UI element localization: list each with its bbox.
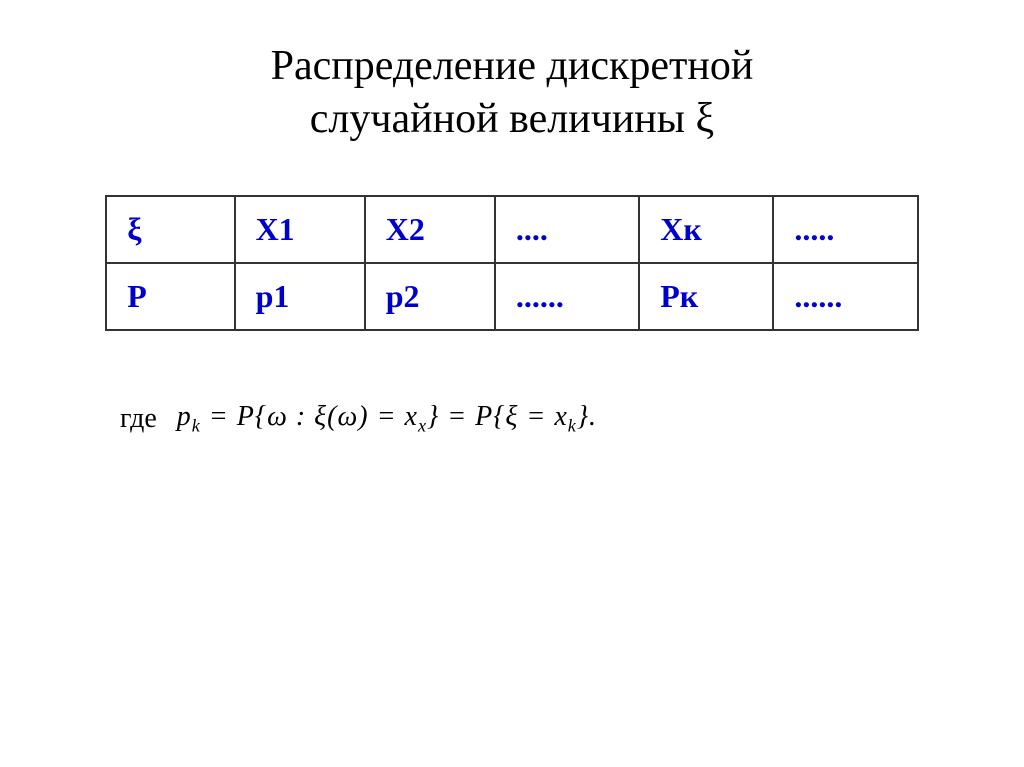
table-cell-p2: p2 (365, 263, 495, 330)
formula-expression: pk = P{ω : ξ(ω) = xx} = P{ξ = xk}. (177, 401, 597, 437)
formula-label: где (120, 403, 157, 435)
table-cell-p: P (106, 263, 234, 330)
table-cell-x1: X1 (235, 196, 365, 263)
table-cell-dots1: .... (495, 196, 639, 263)
distribution-table: ξ X1 X2 .... Xк ..... P p1 p2 ...... Pк … (105, 195, 919, 331)
table-cell-pdots2: ...... (773, 263, 917, 330)
table-cell-x2: X2 (365, 196, 495, 263)
table-row: ξ X1 X2 .... Xк ..... (106, 196, 918, 263)
table-cell-xk: Xк (639, 196, 773, 263)
title-line1: Распределение дискретной (271, 40, 754, 93)
title-line2: случайной величины ξ (271, 93, 754, 146)
table-cell-xi: ξ (106, 196, 234, 263)
table-cell-p1: p1 (235, 263, 365, 330)
distribution-table-container: ξ X1 X2 .... Xк ..... P p1 p2 ...... Pк … (60, 195, 964, 331)
page-title: Распределение дискретной случайной велич… (271, 40, 754, 145)
table-cell-dots2: ..... (773, 196, 917, 263)
table-cell-pdots1: ...... (495, 263, 639, 330)
table-cell-pk: Pк (639, 263, 773, 330)
formula-section: где pk = P{ω : ξ(ω) = xx} = P{ξ = xk}. (60, 401, 964, 437)
table-row: P p1 p2 ...... Pк ...... (106, 263, 918, 330)
